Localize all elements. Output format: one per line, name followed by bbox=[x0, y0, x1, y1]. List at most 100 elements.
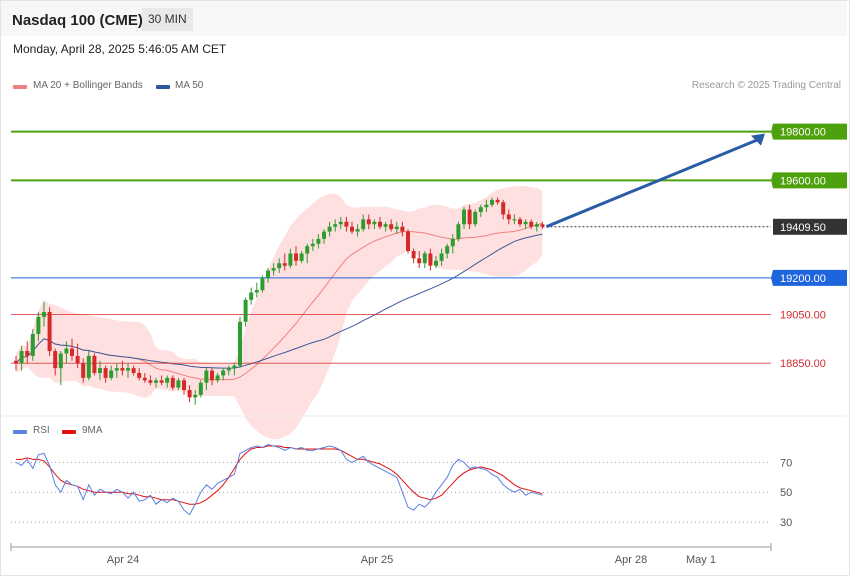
candle-body bbox=[394, 226, 399, 230]
candle-body bbox=[294, 253, 298, 261]
candle-body bbox=[81, 363, 86, 378]
candle-body bbox=[198, 382, 203, 395]
level-label-support: 18850.00 bbox=[780, 358, 826, 370]
candle-body bbox=[232, 365, 237, 369]
candle-body bbox=[417, 258, 422, 264]
candle-body bbox=[344, 221, 349, 227]
candle-body bbox=[288, 253, 293, 266]
candle-body bbox=[64, 348, 69, 354]
target-arrow bbox=[545, 138, 759, 229]
candle-body bbox=[338, 221, 343, 225]
candle-body bbox=[266, 270, 270, 278]
x-tick-label: Apr 25 bbox=[361, 554, 393, 566]
candle-body bbox=[512, 219, 517, 221]
candle-body bbox=[42, 312, 46, 317]
candle-body bbox=[260, 277, 265, 291]
candle-body bbox=[25, 351, 30, 356]
candle-body bbox=[299, 253, 304, 261]
rsi-level-label: 70 bbox=[780, 457, 792, 469]
candle-body bbox=[47, 312, 52, 352]
candle-body bbox=[501, 202, 506, 215]
level-label-pivot: 19200.00 bbox=[780, 273, 826, 285]
candle-body bbox=[378, 221, 382, 227]
candle-body bbox=[254, 290, 259, 293]
candle-body bbox=[277, 263, 282, 269]
candle-body bbox=[137, 372, 142, 378]
candle-body bbox=[148, 380, 153, 383]
candle-body bbox=[355, 229, 360, 232]
candle-body bbox=[75, 355, 80, 364]
rsi-level-label: 50 bbox=[780, 487, 792, 499]
candle-body bbox=[456, 224, 461, 239]
candle-body bbox=[249, 292, 254, 300]
candle-body bbox=[406, 231, 410, 252]
candle-body bbox=[36, 316, 41, 334]
candle-body bbox=[215, 375, 220, 381]
candle-body bbox=[142, 377, 147, 381]
candle-body bbox=[114, 368, 119, 371]
candle-body bbox=[490, 199, 494, 205]
candle-body bbox=[103, 368, 108, 378]
candle-body bbox=[53, 351, 58, 369]
candle-body bbox=[120, 368, 125, 371]
candle-body bbox=[529, 221, 534, 227]
candle-body bbox=[333, 224, 338, 227]
candle-body bbox=[271, 268, 276, 271]
x-tick-label: Apr 28 bbox=[615, 554, 647, 566]
candle-body bbox=[540, 224, 545, 227]
candle-body bbox=[243, 299, 248, 322]
candle-body bbox=[92, 355, 97, 373]
candle-body bbox=[400, 226, 405, 232]
candle-body bbox=[310, 243, 315, 247]
candle-body bbox=[131, 368, 136, 373]
candle-body bbox=[176, 380, 181, 388]
candle-body bbox=[14, 360, 18, 364]
candle-body bbox=[473, 212, 478, 225]
candle-body bbox=[506, 214, 511, 220]
candle-body bbox=[484, 204, 489, 208]
level-label-resistance: 19800.00 bbox=[780, 127, 826, 139]
candle-body bbox=[450, 238, 455, 247]
level-label-support: 19050.00 bbox=[780, 309, 826, 321]
x-tick-label: Apr 24 bbox=[107, 554, 139, 566]
candle-body bbox=[428, 253, 433, 266]
candle-body bbox=[238, 321, 242, 366]
last-price-label: 19409.50 bbox=[780, 222, 826, 234]
candle-body bbox=[226, 368, 231, 371]
candle-body bbox=[467, 209, 472, 225]
candle-body bbox=[462, 209, 466, 225]
price-chart: 19800.00 19600.00 19409.50 19200.00 19050.00… bbox=[1, 123, 847, 566]
candle-body bbox=[210, 370, 214, 381]
candle-body bbox=[204, 370, 209, 383]
candle-body bbox=[361, 219, 366, 230]
candle-body bbox=[327, 226, 332, 232]
candle-body bbox=[495, 199, 500, 203]
candle-body bbox=[411, 251, 416, 259]
candle-body bbox=[30, 333, 35, 356]
candle-body bbox=[439, 253, 444, 261]
candle-body bbox=[193, 394, 198, 398]
candle-body bbox=[478, 207, 483, 213]
candle-body bbox=[322, 231, 326, 239]
candle-body bbox=[109, 370, 114, 378]
candle-body bbox=[187, 390, 192, 398]
candle-body bbox=[182, 380, 186, 391]
candle-body bbox=[305, 246, 310, 254]
candle-body bbox=[86, 355, 91, 378]
candle-body bbox=[165, 377, 170, 383]
candle-body bbox=[350, 226, 354, 232]
x-tick-label: May 1 bbox=[686, 554, 716, 566]
candle-body bbox=[445, 246, 450, 254]
candle-body bbox=[523, 221, 528, 225]
candle-body bbox=[372, 221, 377, 225]
candle-body bbox=[154, 380, 158, 383]
rsi-ma-line bbox=[16, 445, 543, 505]
candle-body bbox=[366, 219, 371, 225]
candle-body bbox=[389, 224, 394, 230]
candle-body bbox=[19, 351, 24, 364]
candle-body bbox=[126, 368, 130, 371]
target-arrowhead bbox=[751, 133, 765, 146]
candle-body bbox=[518, 219, 522, 225]
level-label-resistance: 19600.00 bbox=[780, 175, 826, 187]
candle-body bbox=[383, 224, 388, 227]
